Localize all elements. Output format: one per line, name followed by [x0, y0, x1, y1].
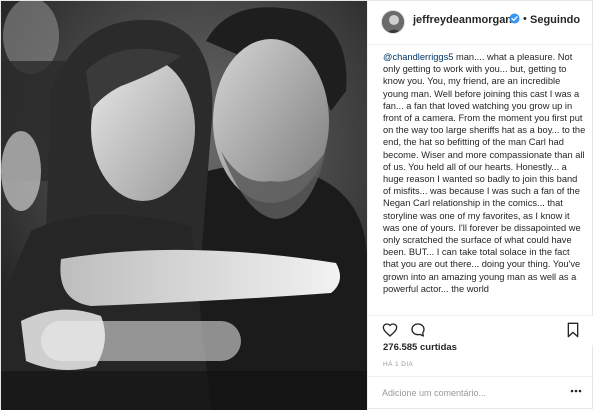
comment-input[interactable]: [382, 386, 562, 400]
following-button[interactable]: Seguindo: [530, 14, 580, 26]
post-sidebar: jeffreydeanmorgan • Seguindo @chandlerri…: [367, 1, 594, 410]
verified-badge-icon: [509, 13, 520, 24]
bookmark-icon[interactable]: [565, 322, 581, 338]
instagram-post: jeffreydeanmorgan • Seguindo @chandlerri…: [0, 0, 594, 410]
comment-bar: [368, 376, 594, 410]
follow-separator: •: [523, 13, 527, 25]
post-caption: @chandlerriggs5 man.... what a pleasure.…: [383, 51, 587, 318]
heart-icon[interactable]: [382, 322, 398, 338]
author-username[interactable]: jeffreydeanmorgan: [413, 14, 512, 26]
caption-text: man.... what a pleasure. Not only gettin…: [383, 52, 586, 294]
caption-mention-link[interactable]: @chandlerriggs5: [383, 52, 453, 62]
likes-count[interactable]: 276.585 curtidas: [383, 342, 457, 353]
post-photo[interactable]: [1, 1, 367, 410]
comment-icon[interactable]: [410, 322, 426, 338]
author-avatar[interactable]: [381, 10, 405, 34]
post-photo-image: [1, 1, 367, 410]
avatar-image: [382, 11, 404, 33]
post-header: jeffreydeanmorgan • Seguindo: [368, 1, 594, 45]
post-timestamp[interactable]: HÁ 1 DIA: [383, 361, 413, 368]
more-options-icon[interactable]: [570, 389, 582, 393]
post-actions: [368, 315, 594, 345]
